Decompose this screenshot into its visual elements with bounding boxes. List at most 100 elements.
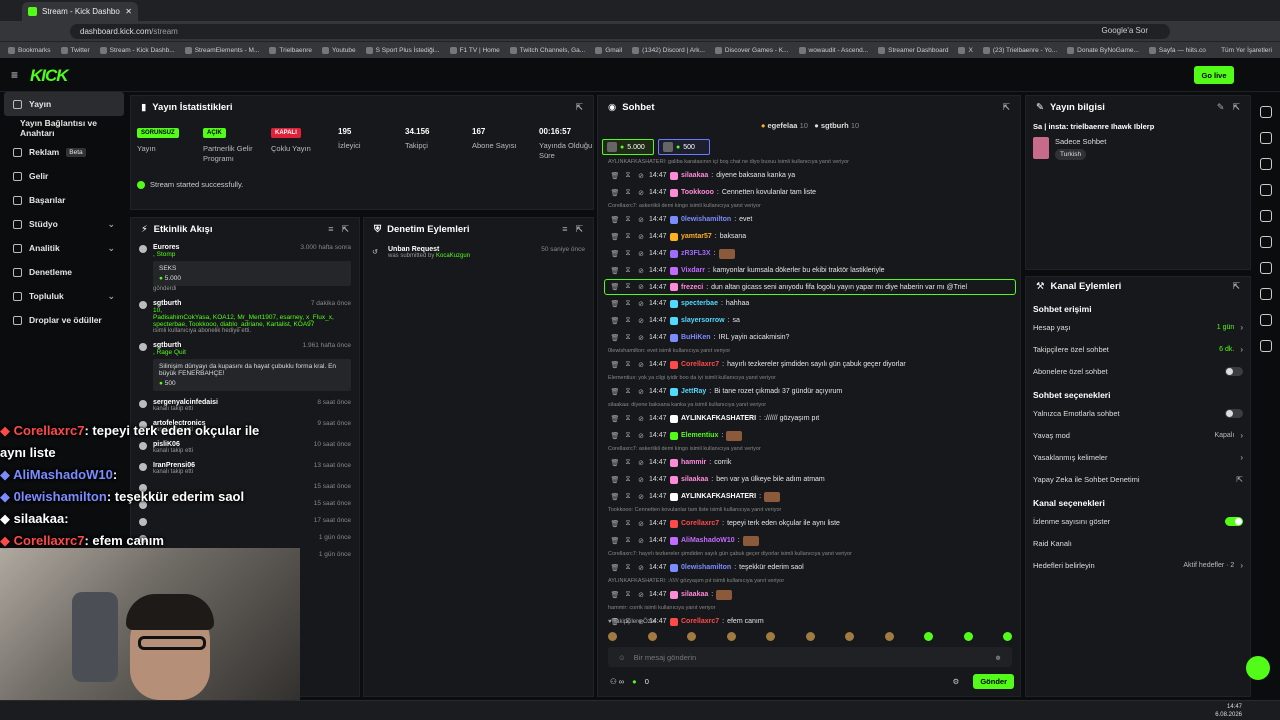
ban-icon[interactable]: ⊘: [636, 493, 646, 501]
timeout-icon[interactable]: ⧖: [623, 520, 633, 528]
ban-icon[interactable]: ⊘: [636, 520, 646, 528]
emote-icon[interactable]: [687, 632, 696, 641]
delete-icon[interactable]: 🗑: [610, 537, 620, 545]
channel-setting-row[interactable]: Hedefleri belirleyin Aktif hedefler · 2 ›: [1026, 554, 1250, 576]
ban-icon[interactable]: ⊘: [636, 334, 646, 342]
timeout-icon[interactable]: ⧖: [623, 361, 633, 369]
channel-setting-row[interactable]: Yalnızca Emotlarla sohbet: [1026, 402, 1250, 424]
wrench-icon[interactable]: [1260, 314, 1272, 326]
delete-icon[interactable]: 🗑: [610, 283, 620, 291]
message-username[interactable]: AYLINKAFKASHATERI: [681, 415, 756, 422]
timeout-icon[interactable]: ⧖: [623, 537, 633, 545]
chevron-down-icon[interactable]: ⌄: [107, 219, 115, 230]
timeout-icon[interactable]: ⧖: [623, 591, 633, 599]
chat-message[interactable]: 🗑 ⧖ ⊘ 14:47 JettRay: Bi tane rozet çıkmadı 37…: [598, 383, 1020, 400]
ban-icon[interactable]: ⊘: [636, 300, 646, 308]
chat-message[interactable]: 🗑 ⧖ ⊘ 14:47 slayersorrow: sa: [598, 312, 1020, 329]
bookmark-item[interactable]: S Sport Plus İstediği...: [365, 46, 440, 54]
setting-control[interactable]: Kapalı ›: [1214, 431, 1243, 440]
chat-message[interactable]: 🗑 ⧖ ⊘ 14:47 0lewishamilton: evet: [598, 211, 1020, 228]
chat-message[interactable]: 🗑 ⧖ ⊘ 14:47 Vixdarr: kamyonlar kumsala dökerl…: [598, 262, 1020, 279]
sidebar-item-9[interactable]: Droplar ve ödüller: [0, 308, 128, 332]
bookmark-item[interactable]: Trielbaenre: [269, 46, 312, 54]
bookmark-item[interactable]: wowaudit - Ascend...: [798, 46, 868, 54]
chat-message[interactable]: 🗑 ⧖ ⊘ 14:47 silaakaa: ben var ya ülkeye bile …: [598, 471, 1020, 488]
timeout-icon[interactable]: ⧖: [623, 300, 633, 308]
chat-message[interactable]: 🗑 ⧖ ⊘ 14:47 BuHiKen: IRL yayin acicakmisin?: [598, 329, 1020, 346]
popout-icon[interactable]: ⇱: [575, 102, 583, 113]
pencil-icon[interactable]: [1260, 132, 1272, 144]
users-icon[interactable]: [1260, 340, 1272, 352]
ban-icon[interactable]: ⊘: [636, 591, 646, 599]
timeout-icon[interactable]: ⧖: [623, 317, 633, 325]
kick-logo[interactable]: KICK: [30, 66, 69, 86]
message-username[interactable]: AliMashadoW10: [681, 537, 735, 544]
emote-icon[interactable]: [963, 632, 973, 641]
channel-setting-row[interactable]: Takipçilere özel sohbet 6 dk. ›: [1026, 338, 1250, 360]
popout-icon[interactable]: ⇱: [575, 224, 583, 235]
top-user-name[interactable]: sgtburh: [821, 121, 849, 130]
popout-icon[interactable]: ⇱: [341, 224, 349, 235]
browser-tab[interactable]: Stream - Kick Dashboard ✕: [22, 2, 138, 21]
chat-message[interactable]: 🗑 ⧖ ⊘ 14:47 AYLINKAFKASHATERI::////// gözyaş…: [598, 410, 1020, 427]
bookmark-item[interactable]: Streamer Dashboard: [878, 46, 948, 54]
edit-icon[interactable]: ✎: [1217, 102, 1225, 113]
activity-event[interactable]: Eurores 3.000 hafta sonra, Stomp SEKS ● 5.0…: [131, 240, 359, 296]
delete-icon[interactable]: 🗑: [610, 317, 620, 325]
delete-icon[interactable]: 🗑: [610, 361, 620, 369]
emote-icon[interactable]: [766, 632, 775, 641]
message-username[interactable]: Elementiux: [681, 432, 718, 439]
emote-icon[interactable]: [805, 632, 815, 641]
timeout-icon[interactable]: ⧖: [623, 334, 633, 342]
delete-icon[interactable]: 🗑: [610, 300, 620, 308]
moderation-item-user[interactable]: KocaKuzgun: [436, 253, 470, 259]
ban-icon[interactable]: ⊘: [636, 216, 646, 224]
delete-icon[interactable]: 🗑: [610, 233, 620, 241]
timeout-icon[interactable]: ⧖: [623, 172, 633, 180]
sidebar-item-2[interactable]: Reklam Beta: [0, 140, 128, 164]
google-ask-button[interactable]: Google'a Sor: [1102, 26, 1148, 35]
category-thumbnail[interactable]: [1033, 137, 1049, 159]
bookmark-item[interactable]: Stream - Kick Dashb...: [99, 46, 175, 54]
message-username[interactable]: yamtar57: [681, 233, 712, 240]
popout-icon[interactable]: ⇱: [1002, 102, 1010, 113]
sidebar-item-1[interactable]: Yayın Bağlantısı ve Anahtarı: [0, 116, 128, 140]
chat-message-input[interactable]: ☺ Bir mesaj gönderin ☻: [608, 647, 1012, 667]
system-clock[interactable]: 14:47 6.08.2026: [1215, 703, 1242, 719]
delete-icon[interactable]: 🗑: [610, 493, 620, 501]
sidebar-item-4[interactable]: Başarılar: [0, 188, 128, 212]
timeout-icon[interactable]: ⧖: [623, 459, 633, 467]
message-username[interactable]: silaakaa: [681, 476, 708, 483]
ban-icon[interactable]: ⊘: [636, 189, 646, 197]
bookmark-item[interactable]: Donate ByNoGame...: [1067, 46, 1139, 54]
timeout-icon[interactable]: ⧖: [623, 189, 633, 197]
message-username[interactable]: AYLINKAFKASHATERI: [681, 493, 756, 500]
filter-icon[interactable]: ≡: [562, 224, 567, 235]
ban-icon[interactable]: ⊘: [636, 415, 646, 423]
message-username[interactable]: frezeci: [681, 284, 703, 291]
ban-icon[interactable]: ⊘: [636, 172, 646, 180]
delete-icon[interactable]: 🗑: [610, 250, 620, 258]
sidebar-item-6[interactable]: Analitik ⌄: [0, 236, 128, 260]
timeout-icon[interactable]: ⧖: [623, 415, 633, 423]
timeout-icon[interactable]: ⧖: [623, 476, 633, 484]
activity-event[interactable]: sgtburth 1.961 hafta önce, Rage Quit Silin…: [131, 338, 359, 395]
channel-setting-row[interactable]: Yavaş mod Kapalı ›: [1026, 424, 1250, 446]
chevron-right-icon[interactable]: ›: [1240, 345, 1243, 354]
ban-icon[interactable]: ⊘: [636, 250, 646, 258]
bookmark-item[interactable]: Twitter: [60, 46, 90, 54]
chat-message[interactable]: 🗑 ⧖ ⊘ 14:47 silaakaa: diyene baksana kanka ya: [598, 167, 1020, 184]
link-icon[interactable]: [1260, 262, 1272, 274]
timeout-icon[interactable]: ⧖: [623, 283, 633, 291]
emote-icon[interactable]: [884, 632, 894, 641]
message-username[interactable]: slayersorrow: [681, 317, 725, 324]
chevron-right-icon[interactable]: ›: [1240, 453, 1243, 462]
delete-icon[interactable]: 🗑: [610, 520, 620, 528]
bookmark-item[interactable]: Youtube: [322, 46, 356, 54]
setting-control[interactable]: 6 dk. ›: [1219, 345, 1243, 354]
sidebar-item-0[interactable]: Yayın: [4, 92, 124, 116]
emote-icon[interactable]: [647, 632, 657, 641]
all-bookmarks-button[interactable]: Tüm Yer İşaretleri: [1221, 47, 1272, 54]
send-button[interactable]: Gönder: [973, 673, 1014, 689]
delete-icon[interactable]: 🗑: [610, 476, 620, 484]
